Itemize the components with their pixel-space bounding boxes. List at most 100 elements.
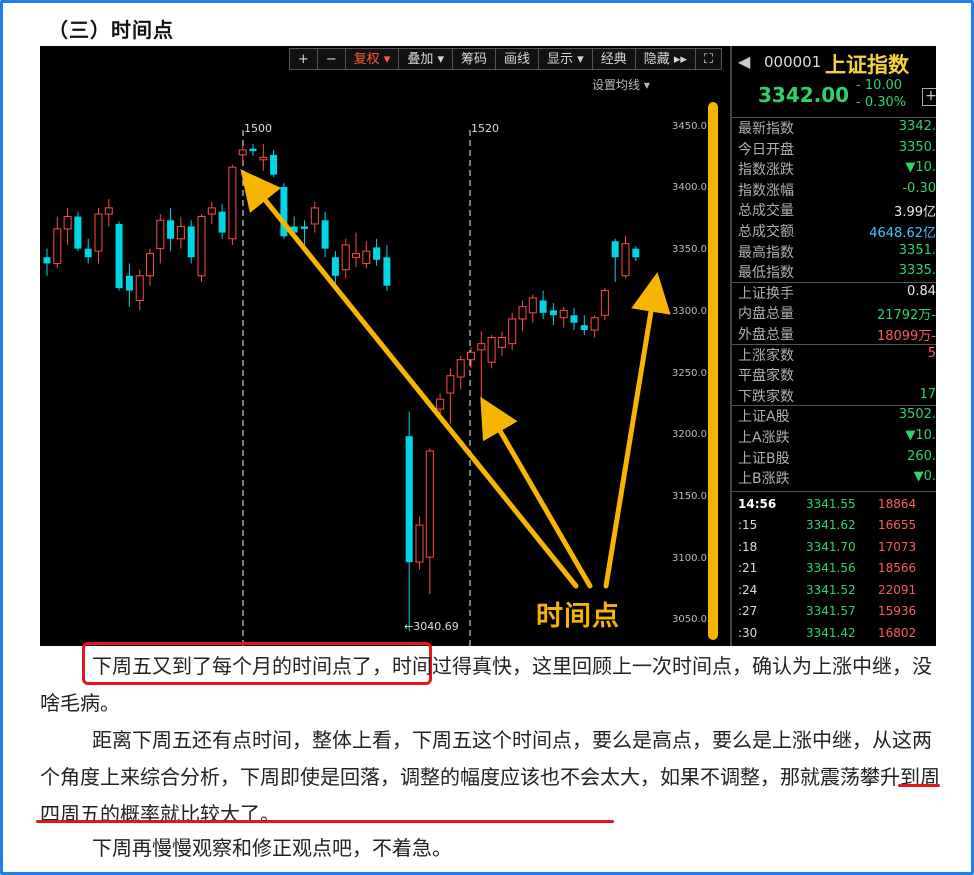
toolbar-button[interactable]: ⛶: [695, 48, 722, 70]
kline-chart-panel[interactable]: + − 复权 ▾ 叠加 ▾ 筹码 画线 显示 ▾ 经典 隐藏 ▸▸ ⛶ 设置均线 ▾ 1500 1…: [40, 46, 730, 646]
back-arrow-icon[interactable]: ◀: [738, 52, 750, 71]
candlestick: [467, 347, 475, 369]
tick-time: :15: [738, 518, 758, 533]
tick-price: 3341.62: [806, 518, 856, 533]
tick-row: :18 3341.70 17073: [732, 538, 936, 558]
tick-price: 3341.57: [806, 604, 856, 619]
candlestick: [321, 211, 329, 258]
candlestick: [352, 232, 360, 268]
set-ma-dropdown[interactable]: 设置均线 ▾: [592, 76, 650, 93]
annotation-arrow: [603, 272, 671, 589]
quote-row-label: 总成交额: [738, 224, 794, 240]
quote-row: 上证B股 260.: [738, 448, 936, 468]
tick-row: :333341.6416487: [732, 645, 936, 646]
quote-row-label: 上证B股: [738, 450, 790, 467]
divider: [732, 405, 936, 407]
highlight-bar: [708, 102, 718, 640]
quote-row-label: 上A涨跌: [738, 430, 790, 446]
quote-row-value: 17: [919, 386, 936, 402]
quote-row: 上涨家数 5: [738, 345, 936, 365]
y-tick-label: 3400.0: [672, 182, 707, 194]
tick-price: 3341.42: [806, 625, 856, 640]
tick-row: :30 3341.42 16802: [732, 624, 936, 644]
y-tick-label: 3450.0: [672, 120, 707, 132]
quote-row-value: 260.: [907, 448, 936, 464]
quote-row-label: 上证A股: [738, 409, 790, 426]
tick-time: :21: [738, 561, 758, 576]
y-tick-label: 3150.0: [672, 490, 707, 502]
candlestick: [84, 238, 92, 264]
quote-row: 上B涨跌 ▼0.: [738, 468, 936, 488]
candlestick: [259, 143, 268, 171]
tick-row: :27 3341.57 15936: [732, 602, 936, 622]
candlestick: [310, 201, 319, 233]
y-tick-label: 3300.0: [672, 305, 707, 317]
quote-row-label: 最高指数: [738, 244, 794, 261]
toolbar-button[interactable]: 经典: [592, 48, 636, 70]
quote-row-value: ▼0.: [913, 469, 936, 485]
index-code: 000001: [764, 53, 822, 71]
toolbar-button[interactable]: 画线: [496, 48, 540, 70]
toolbar-button[interactable]: 复权 ▾: [345, 48, 400, 70]
quote-row-value: 18099万-: [876, 329, 936, 344]
toolbar-button[interactable]: −: [317, 48, 346, 70]
time-marker-label: 1520: [471, 122, 499, 135]
quote-row-label: 总成交量: [738, 203, 794, 220]
quote-row-value: 5: [927, 345, 936, 361]
underline-mark: [36, 820, 614, 823]
y-tick-label: 3350.0: [672, 244, 707, 256]
quote-row-value: 3350.: [898, 139, 936, 155]
candlestick: [74, 211, 82, 252]
annotation-label: 时间点: [536, 601, 620, 632]
quote-row: 总成交量 3.99亿: [738, 200, 936, 220]
quote-row-value: ▼10.: [905, 428, 936, 443]
quote-row-label: 最低指数: [738, 265, 794, 282]
underline-mark: [898, 784, 940, 787]
quote-row: 最高指数 3351.: [738, 242, 936, 262]
candlestick: [249, 143, 257, 157]
candlestick: [415, 516, 424, 570]
candlestick: [477, 331, 486, 400]
y-tick-label: 3050.0: [672, 614, 707, 626]
y-tick-label: 3100.0: [672, 552, 707, 564]
candlestick: [218, 204, 226, 239]
candlestick: [373, 238, 381, 266]
quote-row: 最低指数 3335.: [738, 262, 936, 282]
toolbar-button[interactable]: +: [288, 48, 318, 70]
kline-chart[interactable]: [40, 46, 730, 646]
quote-row-value: 3351.: [898, 242, 936, 258]
quote-row: 总成交额 4648.62亿: [738, 221, 936, 241]
paragraph-3: 下周再慢慢观察和修正观点吧，不着急。: [92, 836, 452, 860]
divider: [732, 117, 936, 118]
candlestick: [611, 238, 619, 282]
toolbar-button[interactable]: 显示 ▾: [539, 48, 593, 70]
toolbar-button[interactable]: 隐藏 ▸▸: [635, 48, 696, 70]
index-change-pct: - 0.30%: [856, 95, 907, 110]
tick-time: :18: [738, 539, 758, 554]
quote-row: 上证换手 0.84: [738, 283, 936, 303]
candlestick: [176, 216, 185, 249]
index-price: 3342.00: [758, 83, 850, 107]
quote-row-label: 指数涨跌: [738, 162, 794, 179]
tick-price: 3341.70: [806, 539, 856, 554]
tick-time: :24: [738, 582, 758, 597]
quote-row-value: 3335.: [898, 263, 936, 279]
add-watch-button[interactable]: +: [922, 88, 936, 106]
quote-panel: ◀ 000001 上证指数 3342.00 - 10.00 - 0.30% + …: [730, 46, 936, 646]
candlestick: [135, 269, 144, 311]
candlestick: [207, 201, 216, 224]
quote-row: 平盘家数: [738, 365, 936, 385]
tick-vol: 15936: [878, 604, 917, 619]
candlestick: [228, 164, 237, 245]
tick-price: 3341.55: [806, 496, 856, 511]
toolbar-button[interactable]: 筹码: [452, 48, 496, 70]
quote-row-value: 4648.62亿: [869, 226, 936, 241]
chart-toolbar: + − 复权 ▾ 叠加 ▾ 筹码 画线 显示 ▾ 经典 隐藏 ▸▸ ⛶: [288, 48, 722, 70]
candlestick: [549, 302, 557, 326]
quote-row-label: 平盘家数: [738, 368, 794, 385]
index-name: 上证指数: [825, 53, 909, 77]
toolbar-button[interactable]: 叠加 ▾: [399, 48, 453, 70]
paragraph-2: 距离下周五还有点时间，整体上看，下周五这个时间点，要么是高点，要么是上涨中继，从…: [40, 728, 940, 826]
candlestick: [43, 248, 51, 276]
quote-row: 上证A股 3502.: [738, 406, 936, 426]
